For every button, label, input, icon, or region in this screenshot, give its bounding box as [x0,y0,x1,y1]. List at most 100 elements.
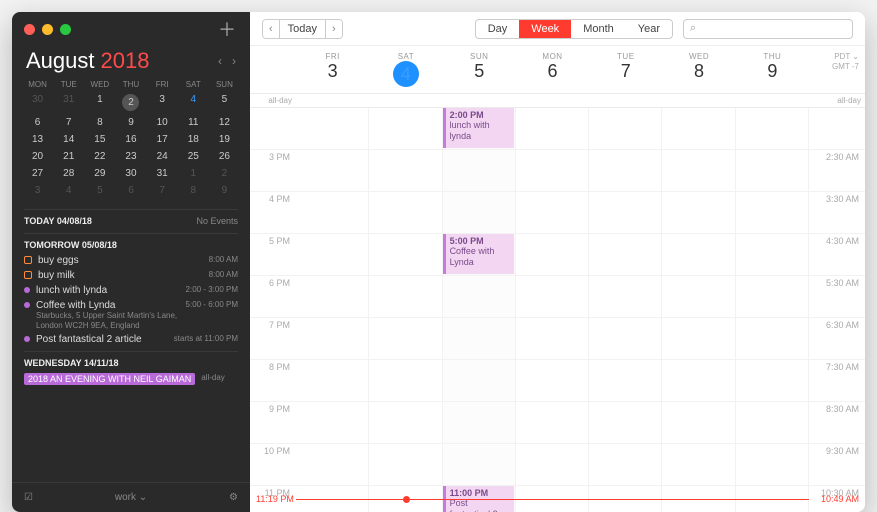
grid-cell[interactable] [296,402,369,444]
grid-cell[interactable] [662,234,735,276]
grid-cell[interactable] [516,318,589,360]
next-month-button[interactable]: › [232,54,236,68]
add-button[interactable]: ＋ [216,18,238,40]
mini-day[interactable]: 12 [209,114,240,131]
agenda-event[interactable]: buy milk8:00 AM [24,268,238,283]
mini-day[interactable]: 30 [22,91,53,114]
view-segmented-control[interactable]: DayWeekMonthYear [475,19,673,39]
grid-cell[interactable] [516,192,589,234]
mini-day[interactable]: 6 [115,182,146,199]
grid-cell[interactable] [369,276,442,318]
calendar-event[interactable]: 5:00 PMCoffee with Lynda [443,234,514,274]
grid-cell[interactable] [589,276,662,318]
mini-day[interactable]: 3 [22,182,53,199]
agenda-event[interactable]: 2018 AN EVENING WITH NEIL GAIMANall-day [24,371,238,387]
grid-cell[interactable] [443,318,516,360]
mini-day[interactable]: 3 [147,91,178,114]
mini-day[interactable]: 20 [22,148,53,165]
mini-day[interactable]: 22 [84,148,115,165]
grid-cell[interactable] [369,150,442,192]
mini-day[interactable]: 6 [22,114,53,131]
grid-cell[interactable] [369,360,442,402]
mini-day[interactable]: 5 [84,182,115,199]
mini-day[interactable]: 21 [53,148,84,165]
mini-day[interactable]: 9 [115,114,146,131]
grid-cell[interactable] [443,402,516,444]
mini-day[interactable]: 2 [209,165,240,182]
day-column-header[interactable]: FRI3 [296,46,369,93]
grid-cell[interactable] [662,150,735,192]
grid-cell[interactable] [736,318,809,360]
agenda-event[interactable]: buy eggs8:00 AM [24,253,238,268]
day-column-header[interactable]: MON6 [516,46,589,93]
mini-day[interactable]: 24 [147,148,178,165]
grid-cell[interactable] [589,108,662,150]
mini-day[interactable]: 7 [147,182,178,199]
mini-day[interactable]: 4 [53,182,84,199]
grid-cell[interactable] [296,234,369,276]
mini-calendar[interactable]: MONTUEWEDTHUFRISATSUN 303112345678910111… [12,78,250,207]
mini-day[interactable]: 18 [178,131,209,148]
view-year[interactable]: Year [626,20,672,38]
grid-cell[interactable] [589,444,662,486]
grid-cell[interactable] [443,150,516,192]
today-button[interactable]: Today [280,20,326,38]
grid-cell[interactable] [516,276,589,318]
grid-cell[interactable] [443,444,516,486]
week-grid[interactable]: 3 PM2:30 AM4 PM3:30 AM5 PM4:30 AM6 PM5:3… [250,108,865,512]
grid-cell[interactable] [662,444,735,486]
calendar-set-picker[interactable]: work [115,492,136,503]
mini-day[interactable]: 13 [22,131,53,148]
grid-cell[interactable] [736,360,809,402]
mini-day[interactable]: 29 [84,165,115,182]
grid-cell[interactable] [516,234,589,276]
grid-cell[interactable] [589,150,662,192]
grid-cell[interactable] [516,402,589,444]
mini-day[interactable]: 19 [209,131,240,148]
grid-cell[interactable] [736,150,809,192]
grid-cell[interactable] [443,276,516,318]
mini-day[interactable]: 4 [178,91,209,114]
grid-cell[interactable] [296,276,369,318]
grid-cell[interactable] [662,192,735,234]
mini-day[interactable]: 31 [53,91,84,114]
mini-day[interactable]: 7 [53,114,84,131]
calendar-event[interactable]: 2:00 PMlunch with lynda [443,108,514,148]
view-month[interactable]: Month [571,20,626,38]
mini-day[interactable]: 23 [115,148,146,165]
grid-cell[interactable] [369,192,442,234]
mini-day[interactable]: 16 [115,131,146,148]
mini-day[interactable]: 15 [84,131,115,148]
mini-day[interactable]: 31 [147,165,178,182]
grid-cell[interactable] [589,402,662,444]
prev-period-button[interactable]: ‹ [263,20,280,38]
view-week[interactable]: Week [519,20,571,38]
mini-day[interactable]: 26 [209,148,240,165]
agenda-event[interactable]: lunch with lynda2:00 - 3:00 PM [24,283,238,298]
mini-day[interactable]: 27 [22,165,53,182]
mini-day[interactable]: 1 [84,91,115,114]
tasks-icon[interactable]: ☑︎ [24,492,33,503]
grid-cell[interactable] [516,360,589,402]
mini-day[interactable]: 8 [178,182,209,199]
agenda-event[interactable]: Coffee with LyndaStarbucks, 5 Upper Sain… [24,298,238,332]
mini-day[interactable]: 8 [84,114,115,131]
grid-cell[interactable] [369,318,442,360]
day-column-header[interactable]: SUN5 [443,46,516,93]
grid-cell[interactable] [589,318,662,360]
mini-day[interactable]: 1 [178,165,209,182]
mini-day[interactable]: 10 [147,114,178,131]
grid-cell[interactable] [662,360,735,402]
mini-day[interactable]: 14 [53,131,84,148]
mini-day[interactable]: 9 [209,182,240,199]
minimize-icon[interactable] [42,24,53,35]
grid-cell[interactable] [589,234,662,276]
mini-day[interactable]: 5 [209,91,240,114]
grid-cell[interactable] [296,360,369,402]
grid-cell[interactable] [296,318,369,360]
timezone-picker[interactable]: PDT ⌄GMT -7 [809,46,865,93]
grid-cell[interactable] [516,150,589,192]
day-column-header[interactable]: SAT4 [369,46,442,93]
grid-cell[interactable] [736,234,809,276]
grid-cell[interactable] [589,192,662,234]
